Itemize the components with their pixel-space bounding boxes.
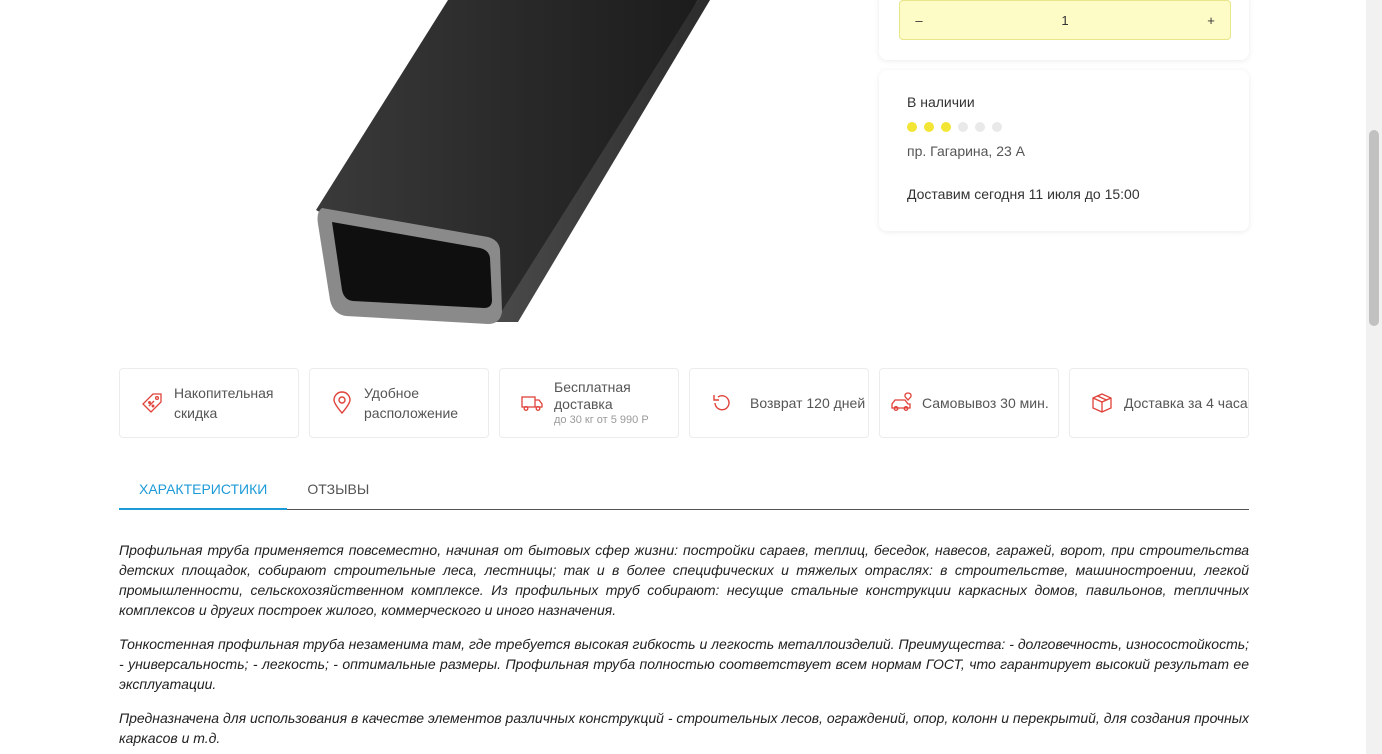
discount-tag-icon (140, 391, 164, 415)
scrollbar-thumb[interactable] (1369, 130, 1379, 326)
advantage-label: Удобное расположение (364, 385, 459, 421)
delivery-truck-icon (520, 391, 544, 415)
location-pin-icon (330, 391, 354, 415)
stock-dot-empty (992, 122, 1002, 132)
stock-dot-empty (958, 122, 968, 132)
advantage-label: Возврат 120 дней (750, 395, 866, 411)
description-paragraph: Тонкостенная профильная труба незаменима… (119, 636, 1249, 692)
advantage-sublabel: до 30 кг от 5 990 Р (554, 414, 649, 426)
product-image[interactable] (150, 0, 850, 340)
store-address[interactable]: пр. Гагарина, 23 А (907, 143, 1221, 159)
stock-dot-empty (975, 122, 985, 132)
quantity-stepper[interactable]: – 1 + (899, 0, 1231, 40)
product-tabs: ХАРАКТЕРИСТИКИ ОТЗЫВЫ (119, 474, 1249, 510)
return-arrow-icon (710, 391, 734, 415)
quantity-value[interactable]: 1 (1061, 13, 1068, 28)
stock-dot-filled (907, 122, 917, 132)
stock-dot-filled (924, 122, 934, 132)
advantage-free-delivery[interactable]: Бесплатная доставка до 30 кг от 5 990 Р (499, 368, 679, 438)
product-description: Профильная труба применяется повсеместно… (119, 540, 1249, 754)
stock-card: В наличии пр. Гагарина, 23 А Доставим се… (879, 70, 1249, 231)
stock-dot-filled (941, 122, 951, 132)
page-scrollbar[interactable] (1366, 0, 1382, 754)
advantage-text: Бесплатная доставка до 30 кг от 5 990 Р (554, 379, 678, 427)
advantage-fast-delivery[interactable]: Доставка за 4 часа (1069, 368, 1249, 438)
delivery-info: Доставим сегодня 11 июля до 15:00 (907, 186, 1140, 202)
advantage-label: Доставка за 4 часа (1124, 395, 1248, 411)
advantage-label: Накопительная скидка (174, 385, 274, 421)
package-box-icon (1090, 391, 1114, 415)
quantity-card: – 1 + (879, 0, 1249, 60)
decrease-button[interactable]: – (913, 14, 925, 27)
car-pickup-icon (890, 391, 914, 415)
tab-characteristics[interactable]: ХАРАКТЕРИСТИКИ (119, 474, 288, 510)
advantages-row: Накопительная скидка Удобное расположени… (119, 368, 1249, 438)
advantage-label: Самовывоз 30 мин. (922, 395, 1049, 411)
description-paragraph: Профильная труба применяется повсеместно… (119, 542, 1249, 618)
advantage-location[interactable]: Удобное расположение (309, 368, 489, 438)
stock-level-indicator (907, 122, 1221, 132)
increase-button[interactable]: + (1205, 14, 1217, 27)
description-paragraph: Предназначена для использования в качест… (119, 710, 1249, 746)
advantage-return[interactable]: Возврат 120 дней (689, 368, 869, 438)
tab-reviews[interactable]: ОТЗЫВЫ (287, 474, 389, 510)
advantage-label: Бесплатная доставка (554, 379, 631, 412)
stock-status: В наличии (907, 94, 975, 110)
advantage-pickup[interactable]: Самовывоз 30 мин. (879, 368, 1059, 438)
advantage-discount[interactable]: Накопительная скидка (119, 368, 299, 438)
